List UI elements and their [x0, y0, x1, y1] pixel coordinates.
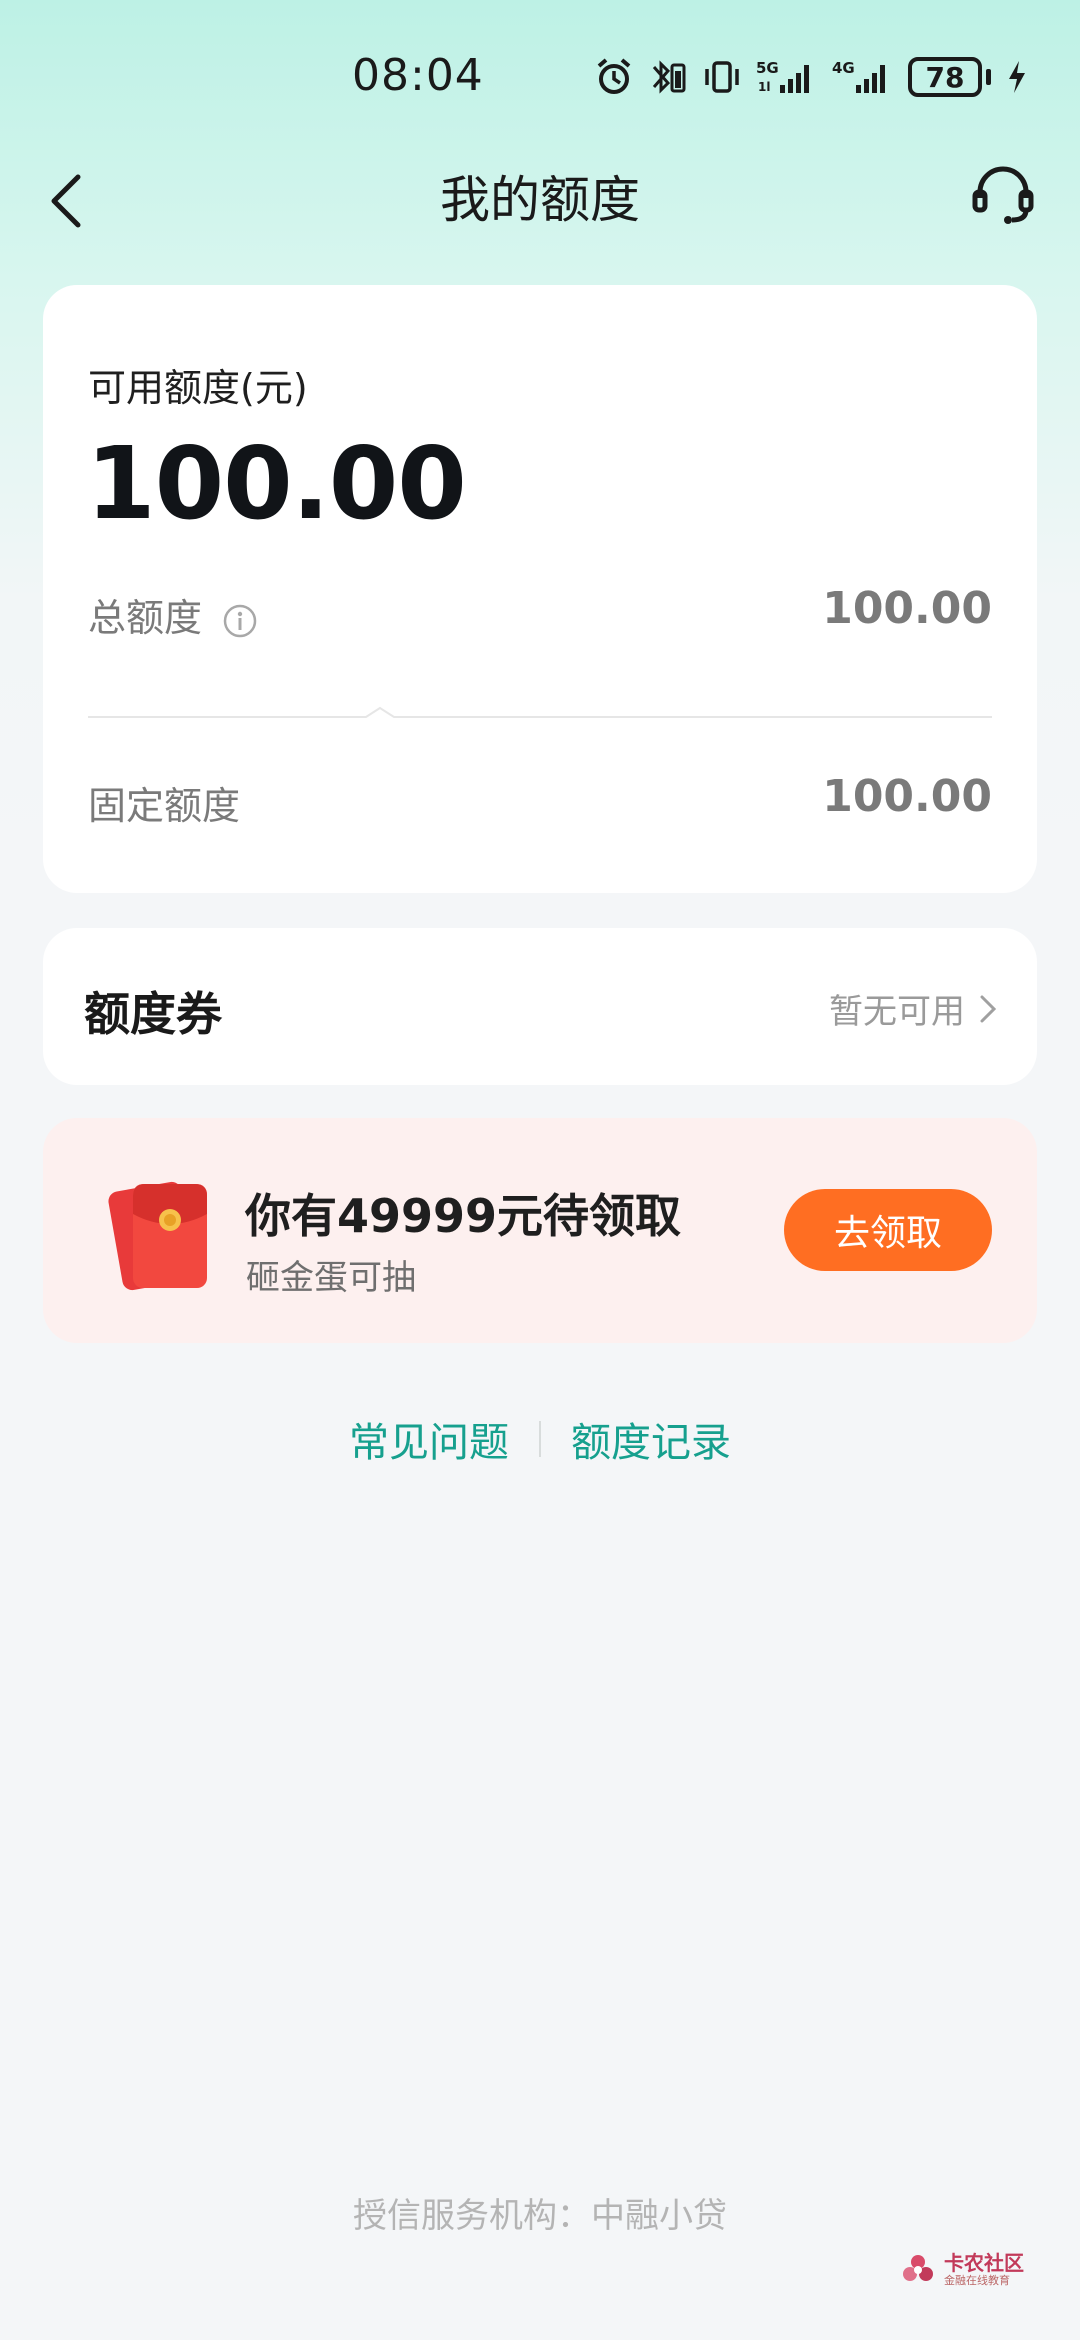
footer-institution: 授信服务机构：中融小贷	[353, 2196, 727, 2236]
headset-icon	[972, 166, 1034, 224]
red-envelope-icon	[108, 1181, 207, 1291]
customer-service-button[interactable]	[970, 162, 1036, 228]
battery-cap	[986, 69, 991, 85]
chevron-right-icon	[980, 995, 997, 1022]
bluetooth-battery-icon	[652, 60, 686, 94]
status-icons: 5G 1l 4G 78	[594, 52, 1029, 102]
vibrate-icon	[705, 61, 739, 93]
quota-coupon-card[interactable]: 额度券 暂无可用	[43, 928, 1037, 1085]
available-quota-label: 可用额度(元)	[88, 366, 308, 410]
fixed-quota-value: 100.00	[822, 771, 992, 822]
nav-bar: 我的额度	[0, 150, 1080, 230]
page-title: 我的额度	[440, 171, 640, 229]
status-bar: 08:04 5G 1l 4G 78	[0, 0, 1080, 150]
total-quota-label: 总额度	[88, 596, 203, 640]
coupon-title: 额度券	[84, 987, 222, 1041]
quota-records-link[interactable]: 额度记录	[571, 1410, 731, 1468]
signal-5g-icon: 5G 1l	[756, 59, 809, 94]
battery-level: 78	[908, 57, 982, 97]
red-packet-banner[interactable]: 你有49999元待领取 砸金蛋可抽 去领取	[43, 1118, 1037, 1343]
svg-text:5G: 5G	[756, 59, 779, 77]
watermark-text: 卡农社区 金融在线教育	[944, 2252, 1024, 2288]
claim-button[interactable]: 去领取	[784, 1189, 992, 1271]
quota-card: 可用额度(元) 100.00 总额度 100.00 固定额度 100.00	[43, 285, 1037, 893]
coupon-status: 暂无可用	[829, 984, 997, 1033]
total-quota-value: 100.00	[822, 583, 992, 634]
watermark-main: 卡农社区	[944, 2251, 1024, 2275]
fixed-quota-label: 固定额度	[88, 784, 241, 828]
svg-text:1l: 1l	[758, 80, 770, 94]
watermark-sub: 金融在线教育	[944, 2274, 1010, 2287]
bottom-links: 常见问题 额度记录	[0, 1410, 1080, 1468]
link-separator	[539, 1421, 541, 1457]
charging-icon	[1009, 61, 1025, 93]
signal-4g-icon: 4G	[832, 59, 885, 93]
faq-link[interactable]: 常见问题	[349, 1410, 509, 1468]
promo-subtitle: 砸金蛋可抽	[246, 1258, 416, 1298]
total-quota-row[interactable]: 总额度	[88, 587, 258, 642]
promo-title: 你有49999元待领取	[245, 1189, 682, 1243]
available-quota-amount: 100.00	[86, 425, 467, 542]
battery-indicator: 78	[908, 57, 991, 97]
alarm-icon	[597, 58, 631, 94]
status-time: 08:04	[352, 50, 484, 101]
watermark-flower-icon	[903, 2255, 933, 2281]
svg-text:4G: 4G	[832, 59, 855, 77]
coupon-status-text: 暂无可用	[829, 992, 965, 1032]
divider	[88, 706, 992, 718]
watermark-logo: 卡农社区 金融在线教育	[900, 2248, 1050, 2292]
info-icon[interactable]	[222, 603, 258, 639]
